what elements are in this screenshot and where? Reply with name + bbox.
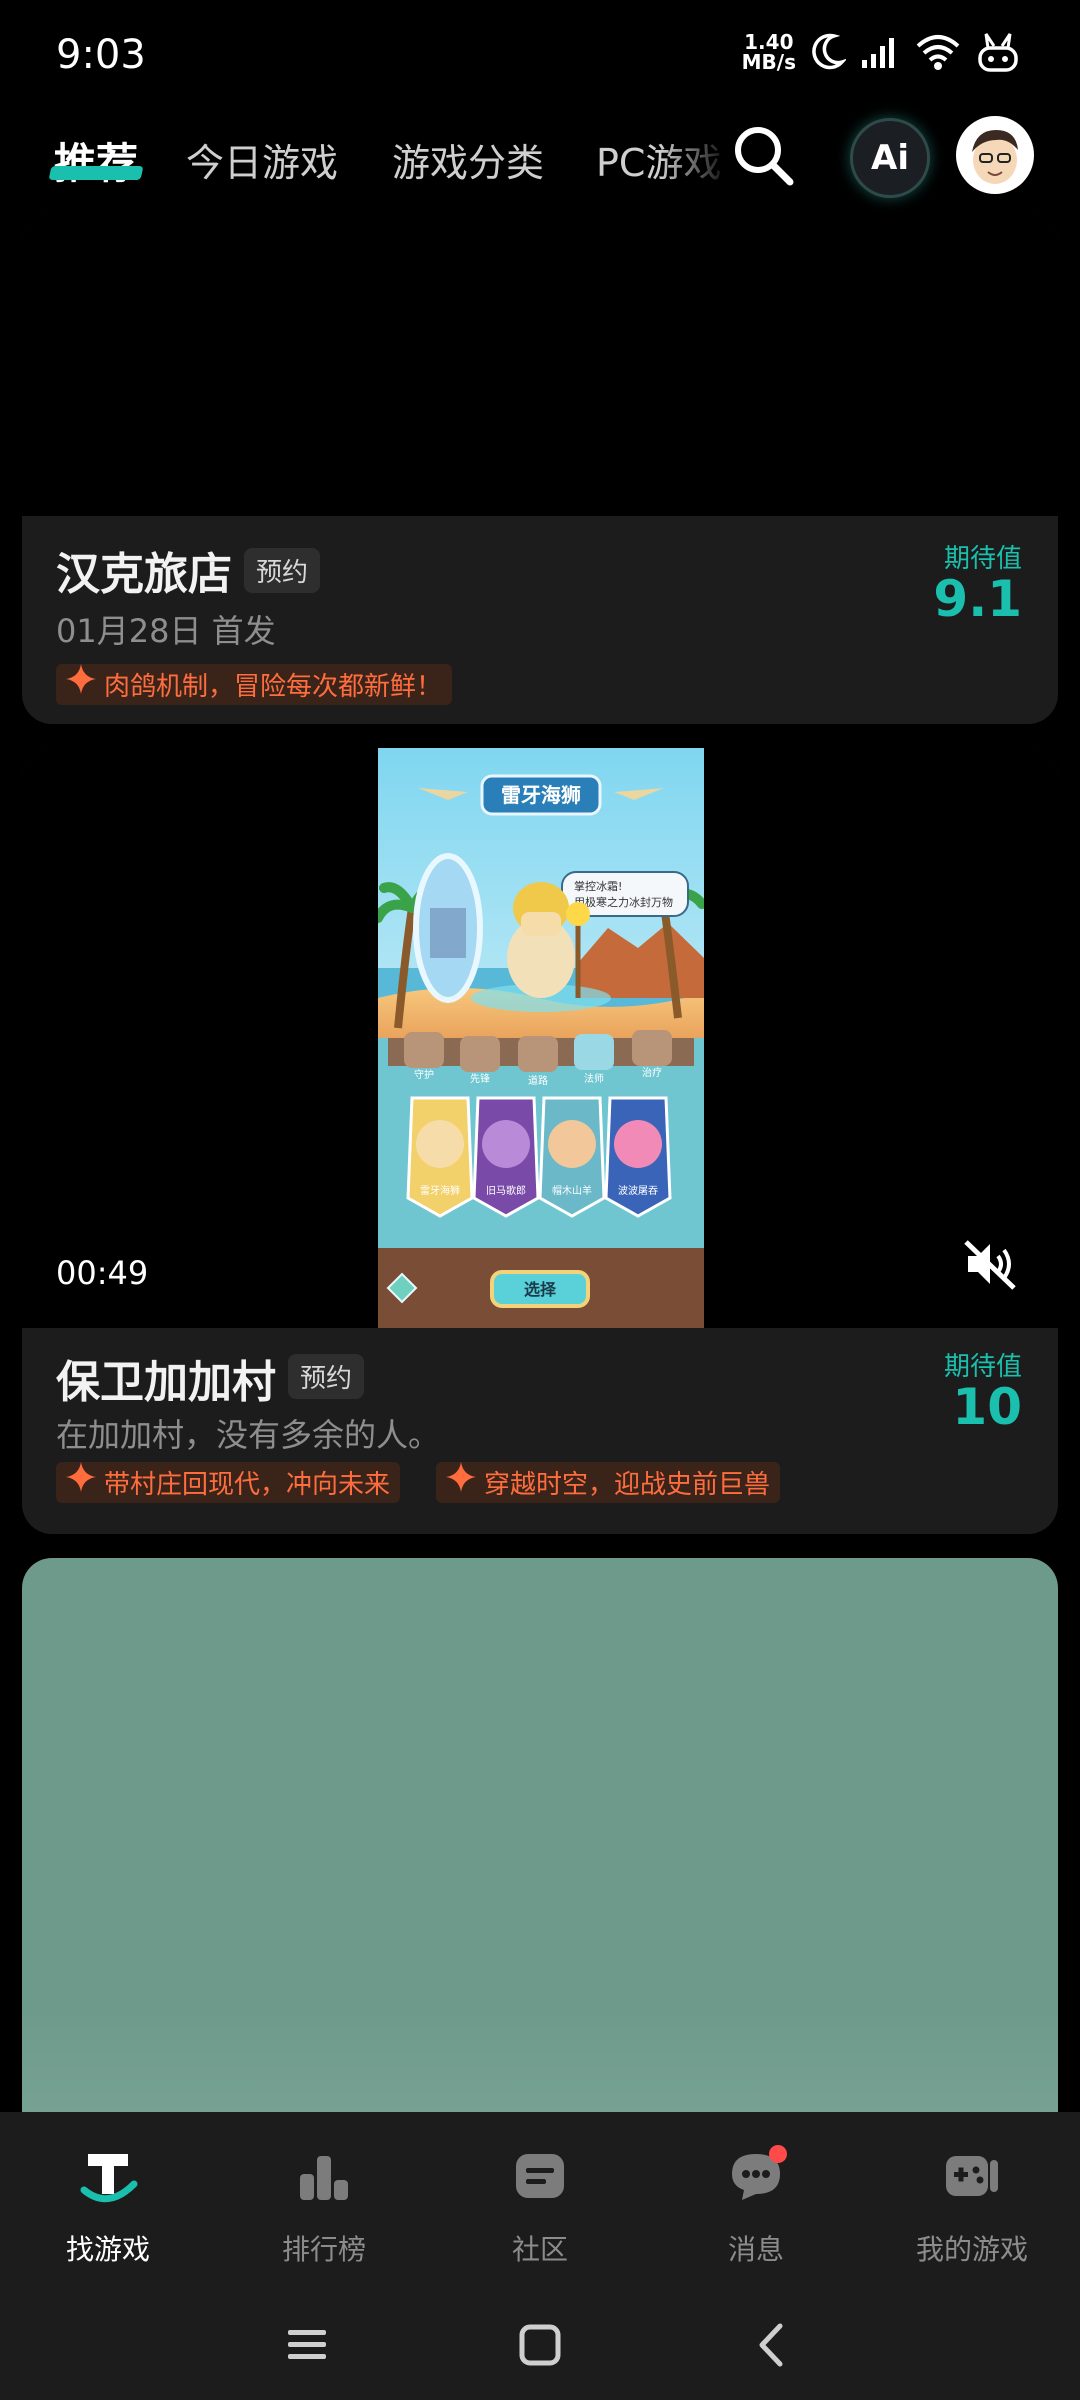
active-tab-indicator <box>48 166 144 180</box>
nav-find-game[interactable]: 找游戏 <box>8 2132 208 2282</box>
tab-game-categories[interactable]: 游戏分类 <box>392 132 544 187</box>
back-icon[interactable] <box>748 2320 798 2370</box>
game-card-1[interactable]: 汉克旅店 预约 01月28日 首发 肉鸽机制，冒险每次都新鲜！ 期待值 9.1 <box>22 212 1058 724</box>
tab-today-games[interactable]: 今日游戏 <box>186 132 338 187</box>
game-scene-illustration: 雷牙海狮 掌控冰霜! 用极寒之力冰封万物 守护 先锋 道路 法师 治疗 雷牙海狮… <box>378 748 704 1328</box>
message-icon <box>732 2145 787 2200</box>
nav-label: 我的游戏 <box>915 2233 1028 2266</box>
reserve-badge: 预约 <box>244 548 321 593</box>
status-icons: 1.40 MB/s <box>742 30 1020 74</box>
skill-4: 法师 <box>584 1072 604 1085</box>
character-2: 旧马歌郎 <box>486 1184 526 1197</box>
reserve-badge: 预约 <box>288 1354 365 1399</box>
expectation-value: 10 <box>952 1378 1022 1436</box>
game-subtitle: 01月28日 首发 <box>56 612 276 650</box>
wifi-icon <box>916 35 960 70</box>
character-3: 帽木山羊 <box>552 1184 592 1197</box>
skill-2: 先锋 <box>470 1072 490 1085</box>
system-nav-bar <box>0 2290 1080 2400</box>
screenshot-speech-2: 用极寒之力冰封万物 <box>574 895 673 909</box>
game-tag-text: 带村庄回现代，冲向未来 <box>104 1470 391 1500</box>
nav-label: 社区 <box>511 2233 568 2266</box>
search-icon[interactable] <box>728 120 798 190</box>
game-tag: 肉鸽机制，冒险每次都新鲜！ <box>56 664 453 705</box>
game-card-2-video[interactable]: 雷牙海狮 掌控冰霜! 用极寒之力冰封万物 守护 先锋 道路 法师 治疗 雷牙海狮… <box>22 748 1058 1328</box>
signal-icon <box>862 38 894 68</box>
sparkle-icon <box>446 1462 476 1492</box>
nav-community[interactable]: 社区 <box>440 2132 640 2282</box>
sparkle-icon <box>66 1462 96 1492</box>
game-subtitle: 在加加村，没有多余的人。 <box>56 1416 441 1454</box>
moon-icon <box>812 33 846 70</box>
mute-icon[interactable] <box>960 1234 1020 1294</box>
game-card-3[interactable] <box>22 1558 1058 2158</box>
game-card-1-info: 汉克旅店 预约 01月28日 首发 肉鸽机制，冒险每次都新鲜！ 期待值 9.1 <box>22 516 1058 724</box>
menu-icon[interactable] <box>282 2320 332 2370</box>
game-card-2-info: 保卫加加村 预约 在加加村，没有多余的人。 带村庄回现代，冲向未来 穿越时空，迎… <box>22 1328 1058 1534</box>
nav-ranking[interactable]: 排行榜 <box>224 2132 424 2282</box>
screenshot-title: 雷牙海狮 <box>501 783 581 807</box>
status-bar: 9:03 1.40 MB/s <box>0 0 1080 110</box>
bunny-icon <box>978 33 1018 72</box>
ai-assistant-button[interactable]: Ai <box>850 118 930 198</box>
game-title[interactable]: 汉克旅店 <box>56 538 232 602</box>
game-tag-text: 穿越时空，迎战史前巨兽 <box>484 1470 771 1500</box>
screenshot-speech-1: 掌控冰霜! <box>574 879 622 893</box>
avatar[interactable] <box>956 116 1034 194</box>
ai-label: Ai <box>871 138 909 178</box>
net-speed-unit: MB/s <box>741 50 796 74</box>
home-icon[interactable] <box>515 2320 565 2370</box>
find-game-icon <box>80 2154 138 2203</box>
nav-fade <box>660 122 730 202</box>
net-speed-value: 1.40 <box>744 30 794 54</box>
nav-label: 找游戏 <box>65 2233 150 2266</box>
expectation-value: 9.1 <box>933 570 1022 628</box>
community-icon <box>516 2154 564 2198</box>
select-button-label: 选择 <box>524 1280 557 1299</box>
nav-message[interactable]: 消息 <box>656 2132 856 2282</box>
game-tag-text: 肉鸽机制，冒险每次都新鲜！ <box>104 672 443 702</box>
game-tag: 穿越时空，迎战史前巨兽 <box>436 1462 781 1503</box>
game-screenshot: 雷牙海狮 掌控冰霜! 用极寒之力冰封万物 守护 先锋 道路 法师 治疗 雷牙海狮… <box>378 748 704 1328</box>
game-card-1-media[interactable] <box>22 212 1058 516</box>
skill-5: 治疗 <box>642 1066 662 1079</box>
bottom-nav: 找游戏 排行榜 社区 消息 我的游戏 <box>0 2112 1080 2290</box>
skill-1: 守护 <box>414 1068 434 1081</box>
net-speed: 1.40 MB/s <box>742 32 796 72</box>
skill-3: 道路 <box>528 1074 548 1087</box>
avatar-face-icon <box>972 130 1018 184</box>
game-tag: 带村庄回现代，冲向未来 <box>56 1462 401 1503</box>
game-card-2[interactable]: 雷牙海狮 掌控冰霜! 用极寒之力冰封万物 守护 先锋 道路 法师 治疗 雷牙海狮… <box>22 748 1058 1534</box>
nav-label: 排行榜 <box>281 2233 366 2266</box>
my-games-icon <box>946 2156 998 2196</box>
status-time: 9:03 <box>56 32 146 78</box>
ranking-icon <box>300 2156 348 2200</box>
tab-recommend[interactable]: 推荐 <box>54 130 138 191</box>
nav-label: 消息 <box>727 2233 784 2266</box>
character-1: 雷牙海狮 <box>420 1184 460 1197</box>
sparkle-icon <box>66 664 96 694</box>
character-4: 波波屠吞 <box>618 1184 658 1197</box>
video-duration: 00:49 <box>56 1254 149 1292</box>
nav-my-games[interactable]: 我的游戏 <box>872 2132 1072 2282</box>
game-title[interactable]: 保卫加加村 <box>56 1346 276 1410</box>
